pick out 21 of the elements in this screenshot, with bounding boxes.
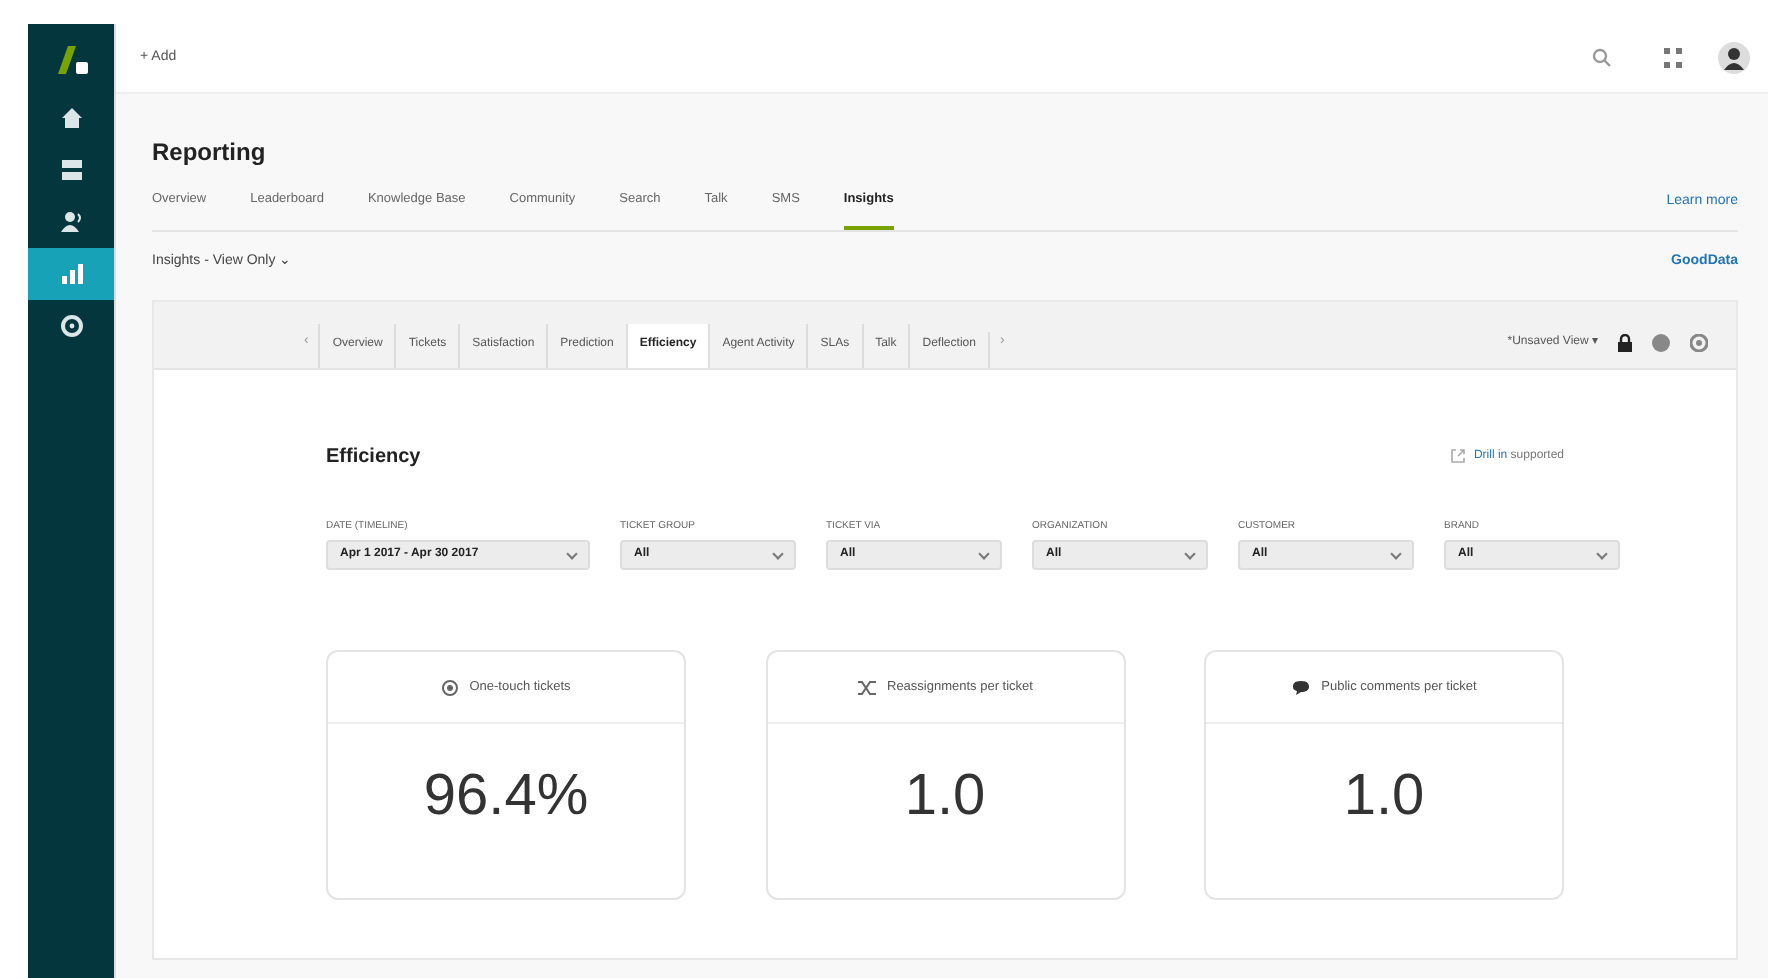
lock-icon[interactable]: [1618, 333, 1632, 352]
page-title: Reporting: [152, 136, 268, 170]
person-icon: [59, 210, 83, 234]
bar-chart-icon: [59, 262, 83, 286]
metric-value: 96.4%: [423, 762, 589, 832]
external-link-icon: [1449, 448, 1466, 465]
shuffle-icon: [857, 679, 875, 696]
logo-icon[interactable]: [53, 44, 89, 76]
settings-icon[interactable]: [1690, 333, 1708, 352]
panels-icon: [59, 158, 83, 182]
house-icon: [59, 106, 83, 130]
metric-value: 1.0: [1343, 762, 1425, 832]
globe-icon[interactable]: [1652, 333, 1670, 352]
avatar-icon[interactable]: [1718, 42, 1750, 74]
search-icon[interactable]: [1592, 48, 1612, 68]
target-icon: [441, 679, 458, 696]
report-title: Efficiency: [326, 443, 421, 472]
speech-bubble-icon: [1291, 679, 1310, 696]
settings-icon: [59, 314, 83, 338]
apps-icon[interactable]: [1664, 48, 1682, 68]
metric-value: 1.0: [904, 762, 986, 832]
